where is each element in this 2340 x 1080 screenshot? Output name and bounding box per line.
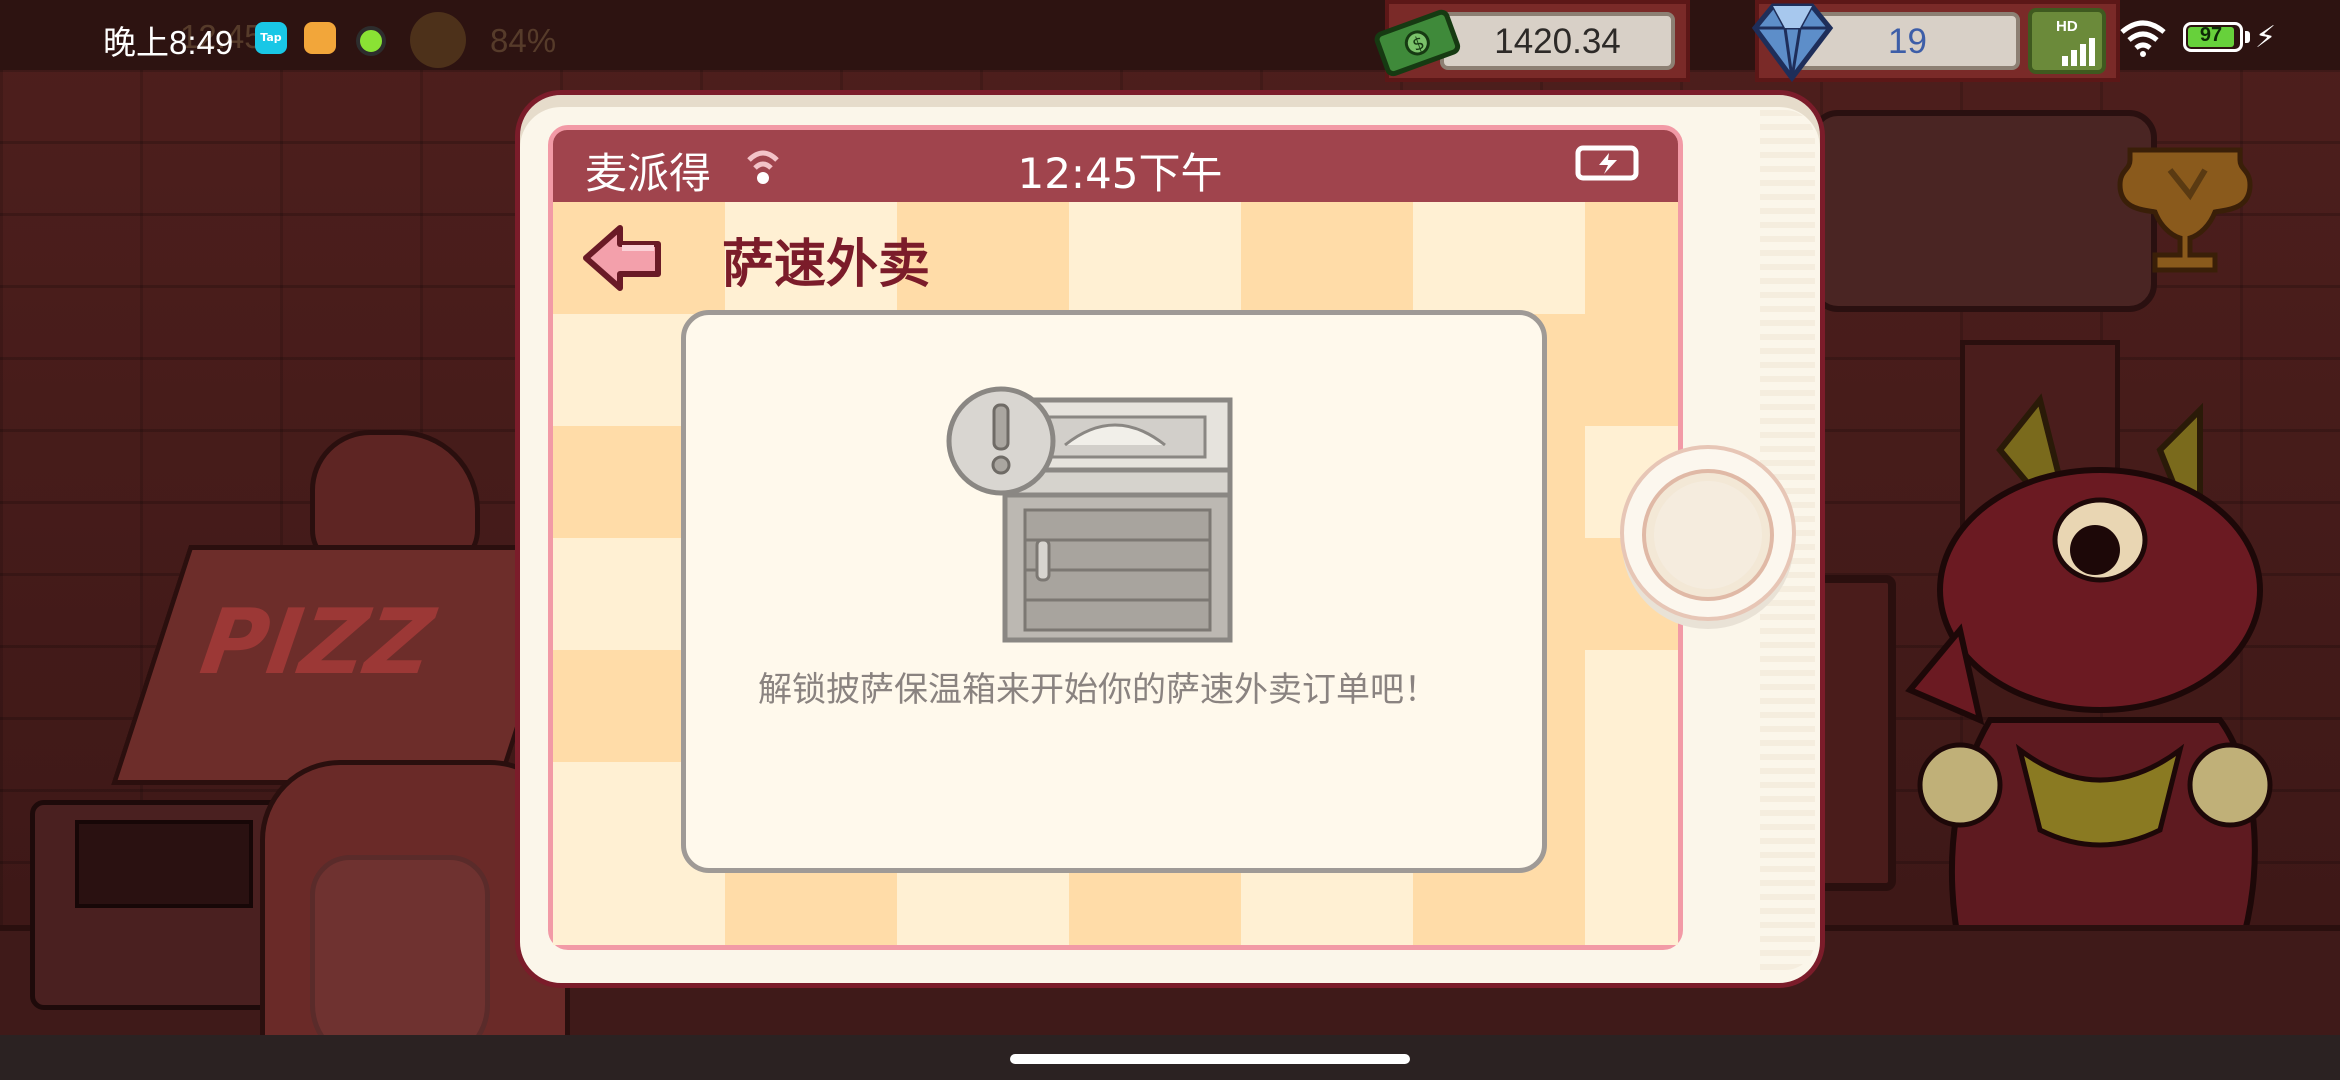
- pizza-warmer-icon: [946, 386, 1233, 643]
- phone-home-button[interactable]: [1618, 445, 1798, 630]
- wifi-icon: [2120, 20, 2166, 57]
- page-title: 萨速外卖: [722, 235, 931, 295]
- back-arrow-icon[interactable]: [580, 222, 665, 294]
- trophy-icon[interactable]: [2110, 140, 2260, 280]
- money-counter[interactable]: 1420.34: [1440, 12, 1675, 70]
- carrier-name: 麦派得: [585, 149, 712, 198]
- phone-battery-icon: [1575, 145, 1639, 181]
- taptap-app-icon: Tap: [255, 22, 287, 54]
- gem-icon[interactable]: [1745, 0, 1840, 82]
- unlock-message: 解锁披萨保温箱来开始你的萨速外卖订单吧！: [758, 670, 1438, 710]
- cash-register-screen: [75, 820, 253, 908]
- battery-cap: [2245, 31, 2250, 43]
- battery-level: 97: [2199, 24, 2223, 46]
- status-time: 晚上8:49: [103, 24, 234, 61]
- pizza-box: PIZZ: [111, 545, 579, 785]
- tip-jar: [310, 855, 490, 1065]
- signal-bars-icon: [2062, 38, 2095, 66]
- home-indicator-bar[interactable]: [1010, 1054, 1410, 1064]
- mood-face-icon: [410, 12, 466, 68]
- hd-label: HD: [2056, 18, 2078, 35]
- cash-icon[interactable]: $: [1372, 6, 1462, 78]
- recording-dot-icon: [356, 26, 386, 56]
- faint-overlay-battery: 84%: [490, 22, 557, 59]
- menu-board: [1810, 110, 2157, 312]
- notes-app-icon: [304, 22, 336, 54]
- phone-clock: 12:45下午: [1017, 149, 1223, 198]
- phone-signal-icon: [747, 150, 779, 184]
- charging-icon: ⚡: [2255, 20, 2277, 55]
